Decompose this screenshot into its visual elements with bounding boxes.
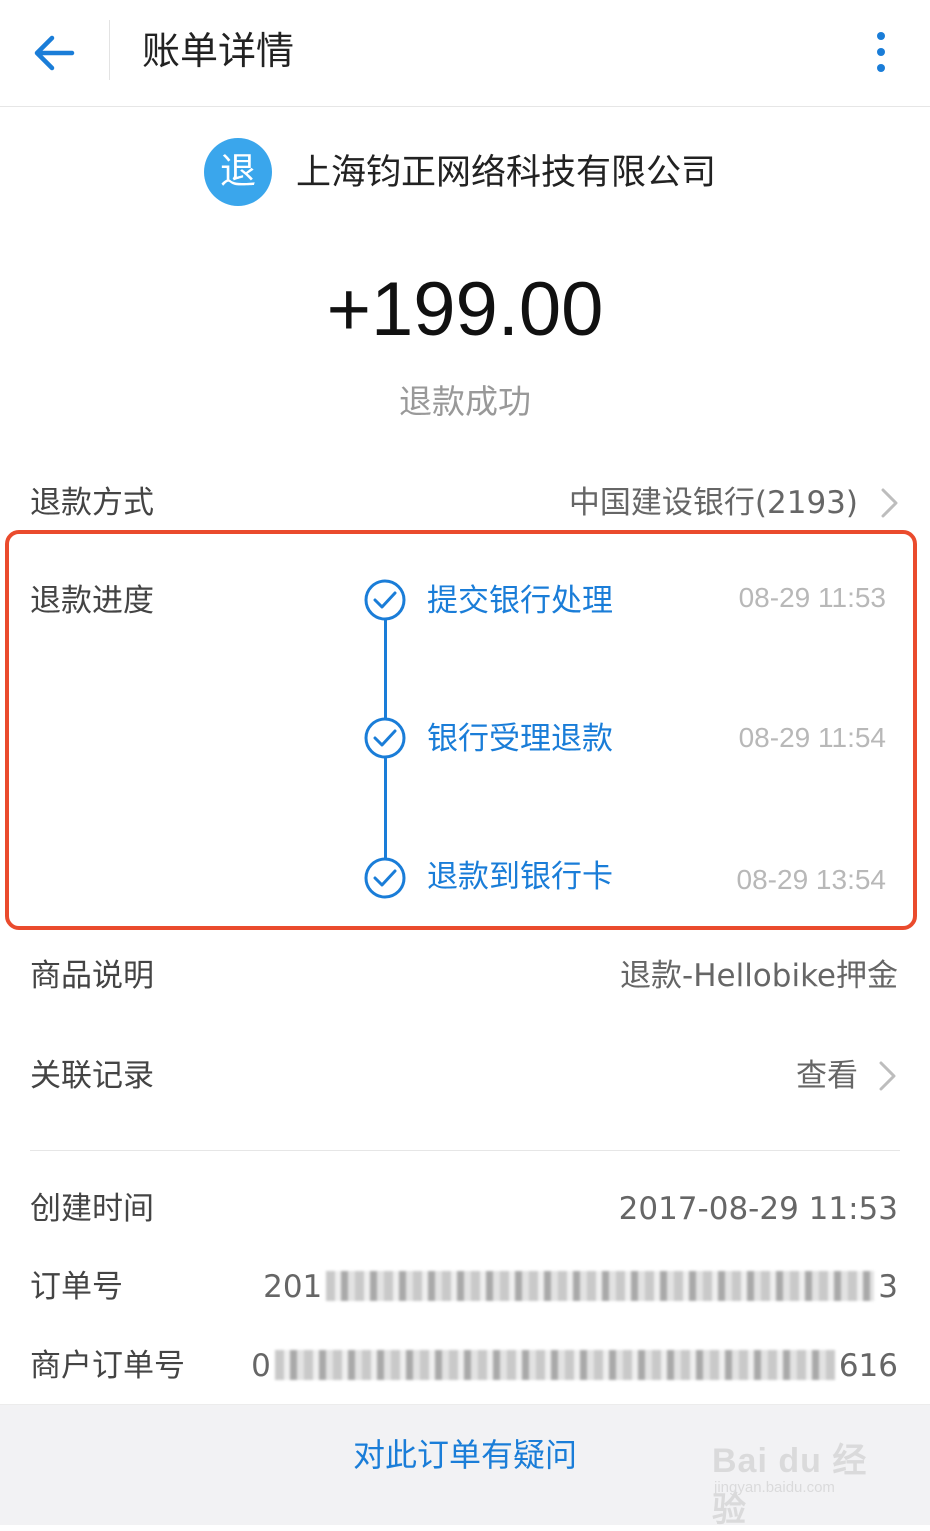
baidu-watermark: Bai du 经验 jingyan.baidu.com [712, 1427, 892, 1529]
refund-method-value[interactable]: 中国建设银行(2193) [569, 482, 858, 524]
progress-step-label: 提交银行处理 [427, 583, 613, 619]
arrow-left-icon[interactable] [28, 28, 78, 78]
product-value: 退款-Hellobike押金 [620, 958, 898, 994]
progress-step-time: 08-29 11:53 [738, 582, 886, 613]
chevron-right-icon[interactable] [876, 1060, 900, 1092]
product-label: 商品说明 [30, 958, 154, 994]
merchant-name: 上海钧正网络科技有限公司 [296, 153, 717, 193]
merchant-order-number-value: 0 616 [251, 1345, 898, 1387]
merchant-order-prefix: 0 [251, 1348, 271, 1384]
redacted-blur [274, 1350, 835, 1380]
progress-step-label: 退款到银行卡 [427, 859, 613, 895]
check-circle-icon [363, 578, 407, 622]
status-text: 退款成功 [399, 382, 531, 421]
progress-step-label: 银行受理退款 [427, 721, 613, 757]
check-circle-icon [363, 856, 407, 900]
progress-step-time: 08-29 11:54 [738, 722, 886, 753]
order-number-suffix: 3 [878, 1269, 898, 1305]
section-divider [30, 1150, 900, 1151]
check-circle-icon [363, 716, 407, 760]
amount: +199.00 [326, 267, 604, 352]
header-divider [109, 20, 110, 80]
page-title: 账单详情 [142, 29, 295, 73]
more-vertical-icon[interactable] [862, 26, 900, 78]
chevron-right-icon[interactable] [878, 487, 902, 519]
redacted-blur [326, 1271, 875, 1301]
footer-bar: 对此订单有疑问 Bai du 经验 jingyan.baidu.com [0, 1404, 930, 1529]
order-number-value: 201 3 [263, 1266, 898, 1308]
watermark-subtext: jingyan.baidu.com [714, 1479, 835, 1496]
merchant-order-number-label: 商户订单号 [30, 1348, 185, 1384]
refund-method-label: 退款方式 [30, 485, 154, 521]
refund-badge-icon: 退 [204, 138, 272, 206]
app-header: 账单详情 [0, 0, 930, 107]
created-time-label: 创建时间 [30, 1191, 154, 1227]
order-number-prefix: 201 [263, 1269, 323, 1305]
progress-step-time: 08-29 13:54 [736, 864, 886, 895]
created-time-value: 2017-08-29 11:53 [618, 1191, 898, 1227]
progress-label: 退款进度 [30, 583, 154, 619]
view-related-link[interactable]: 查看 [796, 1055, 858, 1097]
related-records-label: 关联记录 [30, 1058, 154, 1094]
merchant-order-suffix: 616 [838, 1348, 898, 1384]
order-number-label: 订单号 [30, 1269, 123, 1305]
